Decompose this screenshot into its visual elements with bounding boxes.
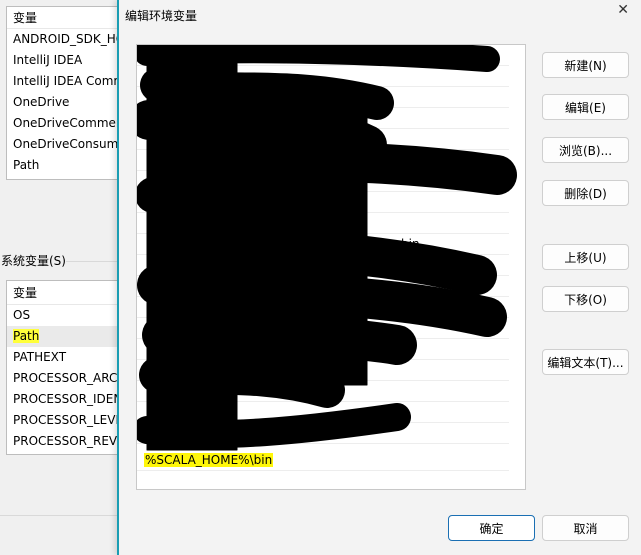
browse-button[interactable]: 浏览(B)... [542,137,629,163]
system-variables-header[interactable]: 变量 [7,281,125,305]
list-item[interactable]: PROCESSOR_IDENTIFIER [7,389,125,410]
edit-button[interactable]: 编辑(E) [542,94,629,120]
list-item[interactable]: PROCESSOR_ARCHITECTURE [7,368,125,389]
edit-env-var-dialog: 编辑环境变量 ✕ bin 0 ... %SCALA_HOME%\bin 新建(N… [117,0,641,555]
list-item[interactable]: IntelliJ IDEA Community [7,71,125,92]
cancel-button[interactable]: 取消 [542,515,629,541]
path-entries-list[interactable]: bin 0 ... %SCALA_HOME%\bin [136,44,526,490]
move-down-button[interactable]: 下移(O) [542,286,629,312]
list-item[interactable]: OneDrive [7,92,125,113]
new-button[interactable]: 新建(N) [542,52,629,78]
list-item-selected[interactable]: Path [7,326,125,347]
list-item[interactable]: PATHEXT [7,347,125,368]
selected-variable-name: Path [13,329,40,343]
user-variables-list[interactable]: 变量 ANDROID_SDK_HOME IntelliJ IDEA Intell… [6,6,126,180]
delete-button[interactable]: 删除(D) [542,180,629,206]
close-icon[interactable]: ✕ [617,2,629,18]
move-up-button[interactable]: 上移(U) [542,244,629,270]
list-item[interactable]: IntelliJ IDEA [7,50,125,71]
user-variables-header[interactable]: 变量 [7,7,125,29]
title-bar[interactable]: 编辑环境变量 ✕ [119,0,641,30]
redaction-scribble [137,45,517,451]
system-variables-list[interactable]: 变量 OS Path PATHEXT PROCESSOR_ARCHITECTUR… [6,280,126,455]
list-item[interactable]: ANDROID_SDK_HOME [7,29,125,50]
edit-text-button[interactable]: 编辑文本(T)... [542,349,629,375]
list-item[interactable]: PROCESSOR_LEVEL [7,410,125,431]
ok-button[interactable]: 确定 [448,515,535,541]
list-item[interactable]: OneDriveCommercial [7,113,125,134]
divider [0,515,120,516]
dialog-title: 编辑环境变量 [125,8,198,23]
list-item[interactable]: Path [7,155,125,176]
list-item[interactable]: OS [7,305,125,326]
list-item[interactable]: PROCESSOR_REVISION [7,431,125,452]
list-item[interactable]: OneDriveConsumer [7,134,125,155]
